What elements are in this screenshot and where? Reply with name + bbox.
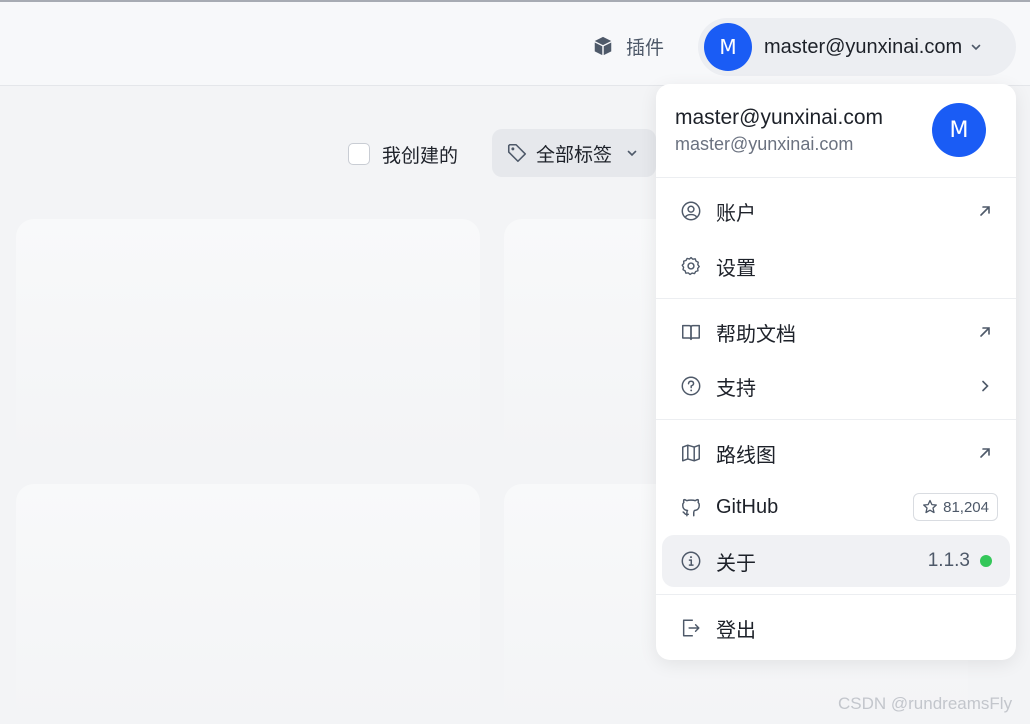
status-dot (980, 555, 992, 567)
placeholder-card (16, 484, 480, 724)
menu-item-label: 帮助文档 (716, 323, 796, 346)
help-circle-icon (681, 376, 701, 396)
user-menu-trigger[interactable]: M master@yunxinai.com (698, 18, 1016, 76)
chevron-right-icon (982, 380, 989, 392)
user-circle-icon (681, 201, 701, 221)
user-email: master@yunxinai.com (764, 35, 963, 58)
plugins-label: 插件 (626, 37, 665, 59)
menu-item-label: GitHub (716, 495, 779, 518)
menu-item-label: 账户 (716, 202, 756, 225)
menu-user-header: master@yunxinai.com master@yunxinai.com … (656, 84, 1016, 178)
star-icon (923, 499, 938, 514)
avatar: M (932, 103, 986, 157)
gear-icon (681, 256, 700, 276)
menu-divider (656, 419, 1016, 420)
menu-item-github[interactable]: GitHub 81,204 (662, 481, 1010, 533)
created-by-me-filter[interactable]: 我创建的 (348, 141, 458, 167)
menu-item-about[interactable]: 关于 1.1.3 (662, 535, 1010, 587)
menu-user-name: master@yunxinai.com (675, 106, 884, 129)
menu-item-roadmap[interactable]: 路线图 (662, 427, 1010, 479)
menu-item-label: 设置 (716, 257, 756, 280)
logout-icon (682, 619, 700, 637)
tag-filter-label: 全部标签 (536, 144, 613, 166)
map-icon (682, 444, 700, 462)
external-arrow-icon (980, 327, 990, 337)
github-stars-badge: 81,204 (913, 493, 998, 521)
created-by-me-label: 我创建的 (382, 145, 459, 167)
menu-item-support[interactable]: 支持 (662, 360, 1010, 412)
chevron-down-icon (971, 44, 981, 51)
avatar: M (704, 23, 752, 71)
top-bar: 插件 M master@yunxinai.com (0, 0, 1030, 86)
tag-filter-select[interactable]: 全部标签 (492, 129, 656, 177)
menu-item-label: 路线图 (716, 444, 776, 467)
menu-item-logout[interactable]: 登出 (662, 602, 1010, 654)
app-version: 1.1.3 (927, 550, 970, 571)
cube-icon (594, 36, 612, 56)
menu-item-docs[interactable]: 帮助文档 (662, 306, 1010, 358)
info-icon (681, 551, 701, 571)
menu-user-email: master@yunxinai.com (675, 134, 854, 154)
menu-item-label: 支持 (716, 377, 756, 400)
watermark: CSDN @rundreamsFly (838, 694, 1013, 713)
chevron-down-icon (627, 150, 637, 157)
menu-divider (656, 177, 1016, 178)
menu-item-settings[interactable]: 设置 (662, 240, 1010, 292)
tag-icon (507, 143, 527, 163)
menu-item-account[interactable]: 账户 (662, 185, 1010, 237)
user-dropdown-menu: master@yunxinai.com master@yunxinai.com … (656, 84, 1016, 660)
external-arrow-icon (980, 206, 990, 216)
placeholder-card (16, 219, 480, 459)
plugins-button[interactable]: 插件 (592, 32, 664, 60)
menu-item-label: 登出 (716, 619, 756, 642)
github-stars-count: 81,204 (943, 498, 989, 516)
created-by-me-checkbox[interactable] (348, 143, 370, 165)
menu-divider (656, 298, 1016, 299)
external-arrow-icon (980, 448, 990, 458)
menu-item-label: 关于 (716, 552, 756, 575)
github-icon (682, 498, 700, 517)
menu-divider (656, 594, 1016, 595)
book-open-icon (682, 324, 700, 341)
